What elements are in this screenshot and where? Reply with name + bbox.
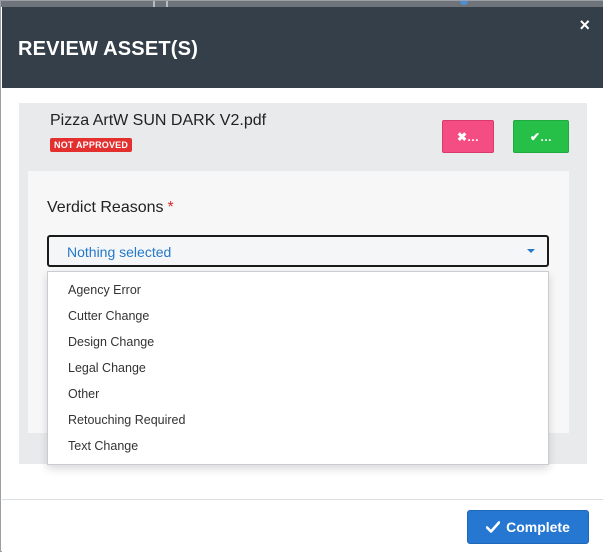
approve-icon: ✔…	[529, 129, 553, 144]
dropdown-option[interactable]: Text Change	[68, 439, 138, 453]
backdrop-indicator-icon	[460, 1, 468, 5]
dropdown-option[interactable]: Retouching Required	[68, 413, 185, 427]
modal-footer: Complete	[2, 499, 603, 552]
review-assets-modal: REVIEW ASSET(S) × Pizza ArtW SUN DARK V2…	[0, 0, 603, 552]
dropdown-option[interactable]: Design Change	[68, 335, 154, 349]
dropdown-option[interactable]: Agency Error	[68, 283, 141, 297]
complete-label: Complete	[506, 519, 570, 535]
select-value: Nothing selected	[67, 244, 172, 260]
approve-button[interactable]: ✔…	[513, 120, 569, 153]
dropdown-option[interactable]: Cutter Change	[68, 309, 149, 323]
verdict-reasons-dropdown: Agency Error Cutter Change Design Change…	[47, 271, 549, 465]
asset-name: Pizza ArtW SUN DARK V2.pdf	[50, 112, 267, 129]
modal-title: REVIEW ASSET(S)	[18, 38, 199, 60]
chevron-down-icon	[527, 249, 535, 253]
verdict-reasons-select[interactable]: Nothing selected	[47, 235, 549, 267]
close-icon[interactable]: ×	[579, 16, 590, 34]
modal-header: REVIEW ASSET(S) ×	[2, 7, 603, 88]
status-badge: NOT APPROVED	[50, 138, 133, 152]
reject-icon: ✖…	[456, 129, 480, 144]
verdict-reasons-label: Verdict Reasons *	[47, 199, 174, 217]
verdict-label-text: Verdict Reasons	[47, 199, 164, 216]
dropdown-option[interactable]: Other	[68, 387, 99, 401]
complete-button[interactable]: Complete	[467, 510, 589, 544]
reject-button[interactable]: ✖…	[442, 120, 494, 153]
dropdown-option[interactable]: Legal Change	[68, 361, 146, 375]
check-icon	[486, 521, 501, 533]
required-marker: *	[167, 199, 174, 216]
